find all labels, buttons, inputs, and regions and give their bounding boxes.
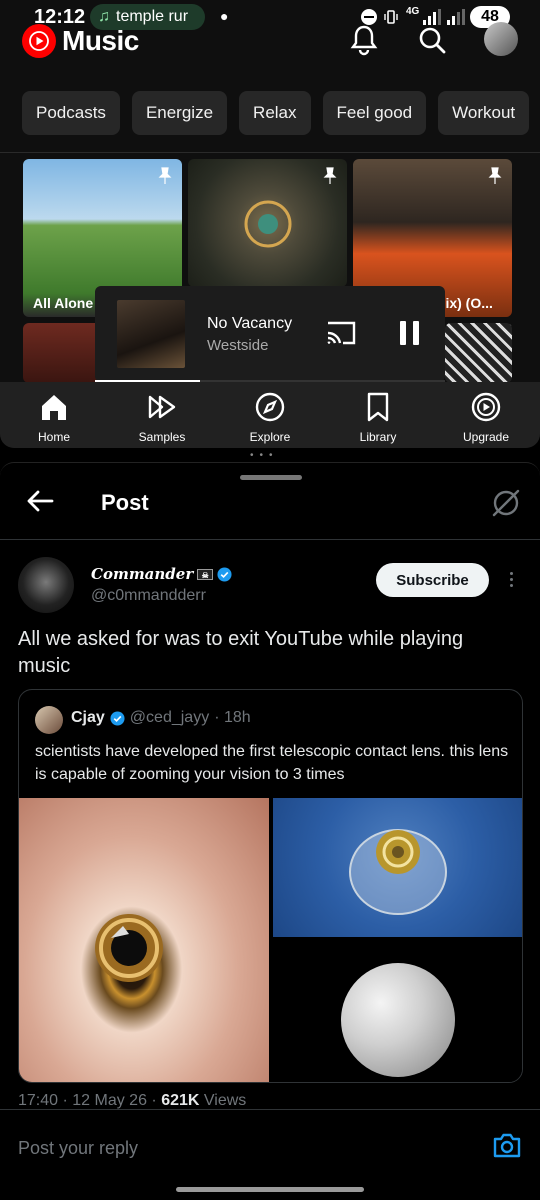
nav-upgrade-label: Upgrade — [462, 430, 510, 444]
eye-lens-image[interactable] — [19, 798, 269, 1082]
cast-icon[interactable] — [325, 319, 357, 347]
pin-icon — [323, 167, 337, 184]
author-avatar[interactable] — [18, 557, 74, 613]
reply-input[interactable] — [18, 1133, 458, 1163]
ytm-logo[interactable]: Music — [22, 24, 139, 58]
back-arrow-icon[interactable] — [26, 489, 54, 513]
pin-icon — [488, 167, 502, 184]
chip-relax[interactable]: Relax — [239, 91, 311, 135]
mini-player-title: No Vacancy — [207, 315, 293, 332]
post-text: All we asked for was to exit YouTube whi… — [18, 628, 464, 677]
samples-icon — [148, 395, 176, 419]
nav-upgrade[interactable]: Upgrade — [436, 390, 536, 444]
verified-badge-icon — [110, 710, 125, 726]
quoted-author-name: Cjay — [71, 709, 105, 726]
album-mandala-art — [244, 200, 292, 248]
library-icon — [367, 392, 389, 422]
moon-art — [341, 963, 455, 1077]
ytm-app-title: Music — [62, 25, 139, 56]
search-icon — [419, 27, 446, 54]
nav-samples[interactable]: Samples — [112, 390, 212, 444]
post-timestamp: 17:40 · 12 May 26 · — [18, 1092, 162, 1109]
quoted-post-text: scientists have developed the first tele… — [35, 743, 509, 783]
quoted-post[interactable]: Cjay @ced_jayy · 18h scientists have dev… — [18, 689, 523, 1083]
chip-workout[interactable]: Workout — [438, 91, 530, 135]
author-name-row[interactable]: Commander ☠ — [91, 565, 232, 583]
pin-icon — [158, 167, 172, 184]
ytm-app-bar: Music — [0, 20, 540, 70]
meta-divider — [0, 1109, 540, 1110]
nav-library-label: Library — [359, 430, 397, 444]
verified-badge-icon — [217, 566, 232, 582]
upgrade-icon — [471, 392, 501, 422]
ytm-bottom-nav: Home Samples Explore Library Upgrade — [0, 382, 540, 448]
explore-icon — [255, 392, 285, 422]
gesture-navigation-bar[interactable] — [176, 1187, 364, 1192]
account-avatar[interactable] — [484, 22, 518, 56]
more-options-icon[interactable] — [504, 567, 518, 591]
nav-home-label: Home — [37, 430, 70, 444]
subscribe-button[interactable]: Subscribe — [376, 563, 489, 597]
network-type: 4G — [406, 6, 420, 17]
post-views-count: 621K — [161, 1092, 200, 1109]
post-views-label: Views — [199, 1092, 247, 1109]
nav-explore-label: Explore — [249, 430, 291, 444]
pause-icon[interactable] — [399, 320, 421, 346]
split-screen-dots-icon[interactable]: ••• — [250, 450, 279, 461]
contact-lens-art — [349, 829, 447, 915]
pirate-flag-emoji-icon: ☠ — [197, 568, 214, 580]
grok-icon[interactable] — [490, 487, 522, 519]
home-icon — [42, 395, 66, 420]
mini-player-album-art — [117, 300, 185, 368]
camera-icon[interactable] — [492, 1131, 522, 1159]
chips-divider — [0, 152, 540, 153]
chip-feel-good[interactable]: Feel good — [322, 91, 427, 135]
tile-label: All Alone — [33, 295, 94, 311]
youtube-music-window: 12:12 ♫ temple rur ● 4G 48 Music Podcast… — [0, 0, 540, 448]
x-post-window: Post Commander ☠ @c0mmandderr Subscribe … — [0, 462, 540, 1200]
author-handle: @c0mmandderr — [91, 587, 206, 604]
nav-samples-label: Samples — [138, 430, 186, 444]
mini-player-artist: Westside — [207, 337, 269, 354]
search-button[interactable] — [412, 20, 452, 60]
moon-image[interactable] — [273, 941, 522, 1082]
nav-explore[interactable]: Explore — [220, 390, 320, 444]
quoted-post-time: · 18h — [214, 709, 251, 726]
header-divider — [0, 539, 540, 540]
chip-podcasts[interactable]: Podcasts — [22, 91, 120, 135]
quoted-author-handle: @ced_jayy — [129, 709, 210, 726]
post-header: Post — [0, 479, 540, 529]
tile-album-art-2[interactable] — [188, 159, 347, 287]
quoted-post-header: Cjay @ced_jayy · 18h — [71, 709, 251, 727]
nav-library[interactable]: Library — [328, 390, 428, 444]
post-meta: 17:40 · 12 May 26 · 621K Views — [18, 1092, 246, 1110]
notifications-button[interactable] — [344, 20, 384, 60]
post-header-title: Post — [101, 490, 149, 515]
quoted-author-avatar — [35, 706, 63, 734]
chip-energize[interactable]: Energize — [131, 91, 228, 135]
eye-iris-art — [95, 914, 163, 982]
contact-lens-image[interactable] — [273, 798, 522, 937]
nav-home[interactable]: Home — [4, 390, 104, 444]
mood-chips: Podcasts Energize Relax Feel good Workou… — [22, 91, 540, 135]
ytm-logo-icon — [22, 24, 56, 58]
bell-icon — [350, 25, 378, 56]
author-name: Commander — [91, 565, 194, 583]
mini-player[interactable]: No Vacancy Westside — [95, 286, 445, 382]
tile-album-art-6[interactable] — [445, 323, 512, 383]
